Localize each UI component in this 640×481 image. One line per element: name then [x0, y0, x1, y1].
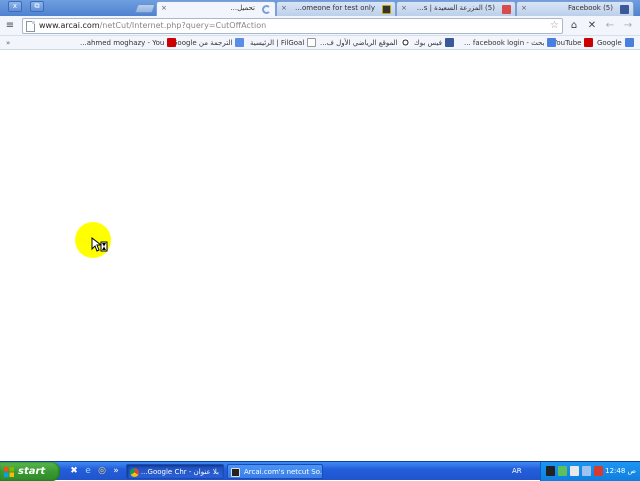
- language-indicator[interactable]: AR: [512, 465, 522, 477]
- close-icon[interactable]: ×: [521, 2, 527, 15]
- translate-icon: [235, 37, 245, 47]
- youtube-icon: [167, 37, 177, 47]
- bookmarks-bar: » Google YouTube بحث - facebook login ..…: [0, 36, 640, 50]
- window-close-button[interactable]: x: [8, 1, 22, 12]
- bookmark-facebook-login[interactable]: بحث - facebook login ...: [464, 37, 557, 49]
- bookmark-sports-site[interactable]: الموقع الرياضي الأول ف...: [320, 37, 410, 49]
- quicklaunch-chrome-icon[interactable]: ◎: [96, 465, 108, 477]
- taskbar-item-netcut[interactable]: Arcai.com's netcut So...: [227, 464, 323, 479]
- page-icon: [307, 37, 317, 47]
- netcut-icon: [382, 5, 391, 14]
- close-icon[interactable]: ×: [161, 2, 167, 15]
- loading-icon: [262, 5, 271, 14]
- task-label: بلا عنوان - Google Chr...: [140, 468, 219, 476]
- tab-happy-farm[interactable]: (5) المزرعة السعيدة | facebooks ×: [396, 1, 516, 16]
- quicklaunch-overflow-icon[interactable]: »: [110, 465, 122, 477]
- window-restore-button[interactable]: ⧉: [30, 1, 44, 12]
- back-icon[interactable]: ←: [603, 19, 617, 33]
- bookmark-youtube[interactable]: YouTube: [553, 37, 594, 49]
- close-icon[interactable]: ×: [281, 2, 287, 15]
- address-bar[interactable]: www.arcai.com/netCut/Internet.php?query=…: [22, 18, 563, 34]
- bookmark-star-icon[interactable]: ☆: [550, 19, 559, 33]
- youtube-icon: [584, 37, 594, 47]
- network-icon[interactable]: [558, 466, 567, 476]
- netcut-icon: [231, 468, 240, 477]
- taskbar: start ✖ e ◎ » بلا عنوان - Google Chr... …: [0, 461, 640, 481]
- start-button[interactable]: start: [0, 462, 60, 481]
- facebook-icon: [444, 37, 454, 47]
- tab-title: (5) المزرعة السعيدة | facebooks: [415, 4, 495, 12]
- bookmarks-overflow-icon[interactable]: »: [6, 37, 10, 49]
- url-text[interactable]: www.arcai.com/netCut/Internet.php?query=…: [39, 21, 266, 30]
- tab-cut-off[interactable]: CUT off someone for test only ×: [276, 1, 396, 16]
- home-icon[interactable]: ⌂: [567, 19, 581, 33]
- url-domain: www.arcai.com: [39, 21, 100, 30]
- bookmark-facebook[interactable]: فيس بوك: [414, 37, 454, 49]
- busy-cursor-icon: [91, 237, 108, 252]
- bookmark-filgoal[interactable]: FilGoal | الرئيسية: [250, 37, 317, 49]
- start-label: start: [18, 466, 46, 477]
- system-tray: 12:48 ص: [540, 462, 640, 481]
- forward-icon[interactable]: →: [621, 19, 635, 33]
- taskbar-item-chrome[interactable]: بلا عنوان - Google Chr...: [126, 464, 224, 479]
- volume-icon[interactable]: [582, 466, 591, 476]
- task-label: Arcai.com's netcut So...: [244, 468, 323, 476]
- game-icon: [502, 5, 511, 14]
- page-icon: [26, 21, 35, 32]
- windows-logo-icon: [4, 467, 14, 477]
- bookmark-google[interactable]: Google: [597, 37, 634, 49]
- google-icon: [547, 37, 557, 47]
- clock: 12:48 ص: [605, 467, 636, 475]
- menu-icon[interactable]: ≡: [3, 19, 17, 33]
- tab-title: CUT off someone for test only: [295, 4, 375, 12]
- quicklaunch-ie-icon[interactable]: e: [82, 465, 94, 477]
- tab-strip: x ⧉ Facebook (5) × (5) المزرعة السعيدة |…: [0, 0, 640, 16]
- new-tab-button[interactable]: [134, 4, 156, 13]
- chrome-icon: [130, 468, 139, 477]
- shield-icon[interactable]: [570, 466, 579, 476]
- antivirus-icon[interactable]: [594, 466, 603, 476]
- user-icon[interactable]: [546, 466, 555, 476]
- stop-icon[interactable]: ✕: [585, 19, 599, 33]
- bookmark-ahmed-moghazy[interactable]: ahmed moghazy - You...: [80, 37, 177, 49]
- tab-title: Facebook (5): [567, 4, 613, 12]
- google-icon: [624, 37, 634, 47]
- facebook-icon: [620, 5, 629, 14]
- tab-facebook[interactable]: Facebook (5) ×: [516, 1, 634, 16]
- tab-title: تحميل...: [230, 4, 255, 12]
- close-icon[interactable]: ×: [401, 2, 407, 15]
- tab-loading[interactable]: تحميل... ×: [156, 1, 276, 16]
- bookmark-google-translate[interactable]: الترجمة من Google: [172, 37, 245, 49]
- quicklaunch-app-icon[interactable]: ✖: [68, 465, 80, 477]
- football-icon: [400, 37, 410, 47]
- browser-toolbar: ≡ www.arcai.com/netCut/Internet.php?quer…: [0, 16, 640, 36]
- url-path: /netCut/Internet.php?query=CutOffAction: [99, 21, 267, 30]
